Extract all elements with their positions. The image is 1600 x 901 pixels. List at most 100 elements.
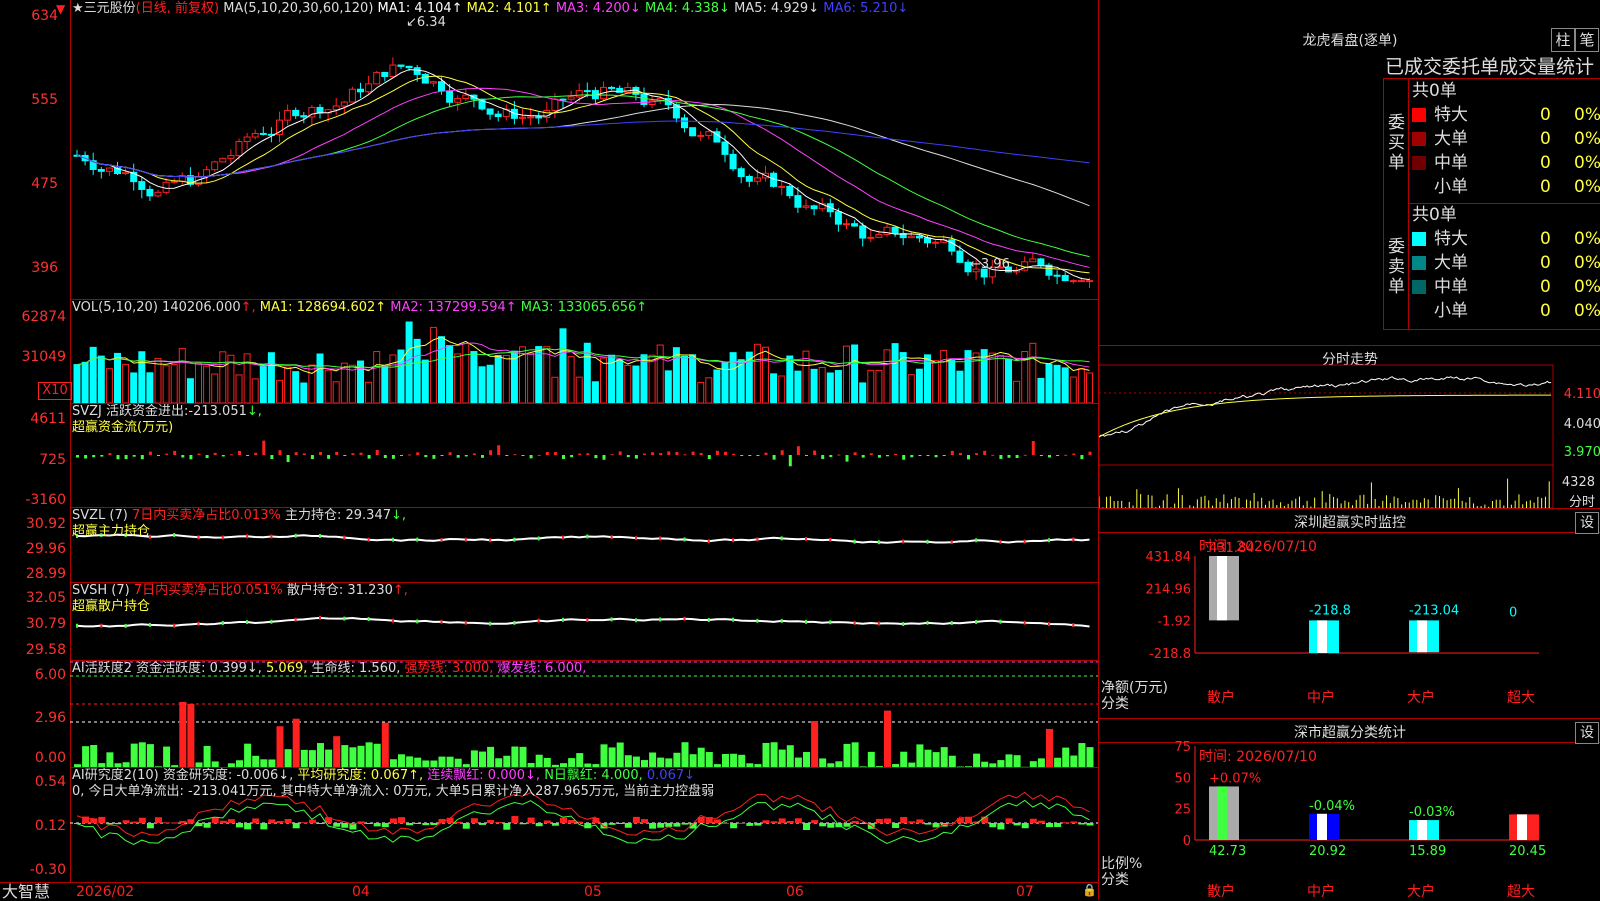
bar-highlight	[1217, 556, 1227, 620]
svsh-ratio: 7日内买卖净占比0.051%	[134, 583, 283, 598]
flow-bar	[1016, 455, 1019, 458]
vol-ma-values: MA1: 128694.602↑ MA2: 137299.594↑ MA3: 1…	[260, 300, 647, 315]
research-bar	[277, 821, 284, 823]
research-bar	[131, 822, 138, 823]
flow-bar	[765, 453, 768, 455]
active-bar	[617, 743, 624, 767]
svzl-line-tick	[489, 538, 491, 542]
row-pct: 0%	[1574, 127, 1600, 151]
x-label-4: 07	[1016, 884, 1034, 900]
intraday-panel[interactable]: 分时走势 4.110 4.040 3.970 4328 分时	[1098, 345, 1600, 509]
volume-bar	[592, 382, 598, 403]
volume-bar	[139, 352, 145, 403]
lock-icon[interactable]: 🔒	[1082, 883, 1097, 897]
dragon-title: 龙虎看盘(逐单)	[1099, 30, 1600, 50]
bar-mode-button[interactable]: 柱	[1551, 28, 1575, 52]
volume-bar	[268, 353, 274, 403]
main-ticks: 634 555 475 396	[0, 0, 64, 299]
candle	[860, 226, 866, 238]
svsh-line-tick	[951, 621, 953, 625]
volume-bar	[293, 372, 299, 403]
flow-bar	[910, 455, 913, 457]
research-bar	[406, 823, 413, 825]
volume-bar	[220, 352, 226, 403]
kline-panel[interactable]: ↙6.34←3.96 ★三元股份(日线, 前复权) MA(5,10,20,30,…	[70, 0, 1098, 300]
volume-bar	[503, 355, 509, 403]
active-bar	[771, 742, 778, 767]
ai-active-panel[interactable]: AI活跃度2 资金活跃度: 0.399↓, 5.069, 生命线: 1.560,…	[70, 660, 1098, 768]
volume-panel[interactable]: VOL(5,10,20) 140206.000↑, MA1: 128694.60…	[70, 299, 1098, 404]
flow-bar	[740, 455, 743, 456]
svzl-line-tick	[829, 538, 831, 542]
flow-bar	[651, 452, 654, 455]
svsh-line-tick	[343, 617, 345, 621]
active-bar	[439, 757, 446, 767]
research-bar	[1054, 823, 1061, 827]
x-label-3: 06	[786, 884, 804, 900]
active-bar	[82, 746, 89, 767]
volume-header: VOL(5,10,20) 140206.000↑, MA1: 128694.60…	[72, 300, 647, 316]
candle	[414, 68, 420, 75]
ma-line	[77, 95, 1090, 257]
flow-bar	[902, 455, 905, 460]
research-bar	[1006, 818, 1013, 823]
ai-research-panel[interactable]: AI研究度2(10) 资金研究度: -0.006↓, 平均研究度: 0.067↑…	[70, 767, 1098, 882]
candle	[155, 192, 161, 196]
active-bar	[301, 750, 308, 767]
svzj-panel[interactable]: SVZJ 活跃资金进出:-213.051↓, 超赢资金流(万元)	[70, 403, 1098, 508]
active-bar	[868, 752, 875, 767]
svsh-line-tick	[927, 621, 929, 625]
flow-bar	[692, 452, 695, 455]
row-pct: 0%	[1574, 299, 1600, 323]
research-bar	[220, 821, 227, 823]
volume-bar	[771, 374, 777, 403]
volume-bar	[560, 329, 566, 403]
svzj-value: -213.051	[188, 404, 246, 419]
bar-中户	[1309, 620, 1339, 653]
volume-bar	[568, 357, 574, 403]
flow-bar	[335, 452, 338, 455]
svzl-line-tick	[854, 540, 856, 544]
volume-bar	[74, 365, 80, 403]
flow-bar	[319, 452, 322, 455]
candle	[333, 106, 339, 110]
svzl-line-tick	[999, 540, 1001, 544]
candle	[301, 116, 307, 117]
candle	[463, 95, 469, 98]
row-pct: 0%	[1574, 227, 1600, 251]
volume-bar	[576, 377, 582, 403]
candle	[1030, 259, 1036, 262]
active-bar	[277, 726, 284, 767]
flow-bar	[789, 455, 792, 466]
svsh-panel[interactable]: SVSH (7) 7日内买卖净占比0.051% 散户持仓: 31.230↑, 超…	[70, 582, 1098, 661]
flow-bar	[449, 452, 452, 455]
research-bar	[819, 823, 826, 826]
candle	[746, 177, 752, 182]
ai-research-item-2: 连续飘红: 0.000↓,	[427, 768, 544, 783]
color-swatch	[1412, 256, 1426, 270]
research-bar	[568, 820, 575, 823]
active-bar	[520, 747, 527, 767]
active-bar	[374, 744, 381, 767]
y-tick-label: 0	[1183, 834, 1191, 849]
ai-research-note: 0, 今日大单净流出: -213.041万元, 其中特大单净流入: 0万元, 大…	[72, 784, 714, 799]
svsh-line-tick	[246, 620, 248, 624]
kline-chart[interactable]: ↙6.34←3.96	[70, 0, 1098, 299]
candle	[698, 135, 704, 136]
active-bar	[487, 747, 494, 767]
flow-bar	[935, 455, 938, 457]
candle	[374, 72, 380, 83]
svsh-line-tick	[222, 621, 224, 625]
research-bar	[1014, 823, 1021, 825]
active-bar	[204, 746, 211, 767]
svzl-line-tick	[927, 540, 929, 544]
volume-bar	[787, 356, 793, 403]
active-bar	[285, 749, 292, 767]
svzl-panel[interactable]: SVZL (7) 7日内买卖净占比0.013% 主力持仓: 29.347↓, 超…	[70, 507, 1098, 583]
flow-bar	[805, 455, 808, 456]
intraday-chart[interactable]	[1099, 345, 1600, 508]
research-bar	[341, 823, 348, 828]
research-bar	[293, 823, 300, 828]
active-bar	[779, 750, 786, 767]
tick-mode-button[interactable]: 笔	[1575, 28, 1599, 52]
